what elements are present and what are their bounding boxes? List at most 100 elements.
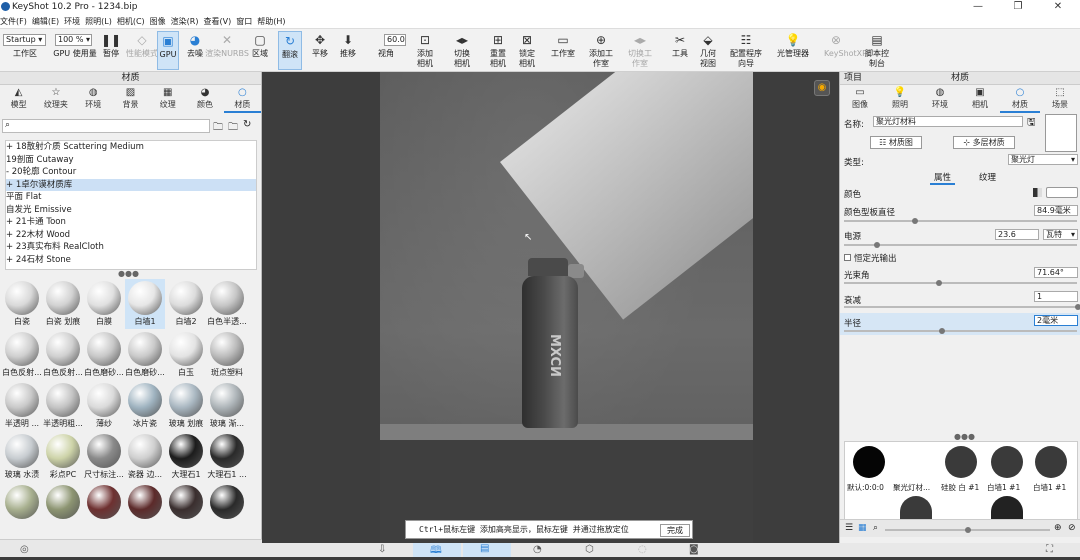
project-toggle[interactable]: ▤: [463, 543, 511, 557]
material-thumbnail[interactable]: 瓷器 边...: [125, 432, 165, 482]
menu-image[interactable]: 图像: [150, 16, 166, 27]
power-input[interactable]: 23.6: [995, 229, 1039, 240]
tree-item-selected[interactable]: + 1卓尔谟材质库: [6, 178, 256, 191]
reset-camera-button[interactable]: ⊞ 重置相机: [485, 31, 511, 70]
material-thumbnail[interactable]: 白色半透...: [207, 279, 247, 329]
geometry-view-button[interactable]: ⬙ 几何视图: [697, 31, 719, 70]
animation-icon[interactable]: ◔: [533, 544, 542, 555]
switch-studio-button[interactable]: ◂▸ 切换工作室: [626, 31, 654, 70]
material-thumbnail[interactable]: [207, 483, 247, 533]
tree-item[interactable]: 19剖面 Cutaway: [6, 154, 256, 167]
lock-camera-button[interactable]: ⊠ 锁定相机: [514, 31, 540, 70]
add-studio-button[interactable]: ⊕ 添加工作室: [587, 31, 615, 70]
tree-item[interactable]: - 20轮廓 Contour: [6, 166, 256, 179]
studio-button[interactable]: ▭ 工作室: [549, 31, 577, 70]
swatch-size-slider[interactable]: [885, 527, 1050, 533]
menu-environment[interactable]: 环境: [64, 16, 80, 27]
tree-item[interactable]: + 18散射介质 Scattering Medium: [6, 141, 256, 154]
tab-texture-folder[interactable]: ☆ 纹理夹: [37, 86, 74, 113]
material-thumbnail[interactable]: [2, 483, 42, 533]
script-console-button[interactable]: ▤ 脚本控制台: [862, 31, 892, 70]
swatch-ball[interactable]: [1035, 446, 1067, 478]
tab-image[interactable]: ▭ 图像: [840, 86, 880, 113]
material-thumbnail[interactable]: 玻璃 划痕: [166, 381, 206, 431]
power-unit-select[interactable]: 瓦特 ▾: [1043, 229, 1078, 240]
switch-camera-button[interactable]: ◂▸ 切换相机: [449, 31, 475, 70]
tab-color[interactable]: ◕ 颜色: [186, 86, 223, 113]
tree-item[interactable]: + 23真实布料 RealCloth: [6, 241, 256, 254]
add-camera-button[interactable]: ⊡ 添加相机: [412, 31, 438, 70]
tab-materials[interactable]: ○ 材质: [223, 86, 261, 113]
keyshotxr-button[interactable]: ⊗ KeyShotXR: [823, 31, 868, 70]
swatch-ball[interactable]: [945, 446, 977, 478]
light-manager-button[interactable]: 💡 光管理器: [774, 31, 812, 70]
constant-output-checkbox[interactable]: [844, 254, 851, 261]
swatch-ball[interactable]: [853, 446, 885, 478]
denoise-button[interactable]: ◕ 去噪: [184, 31, 206, 70]
menu-edit[interactable]: 编辑(E): [32, 16, 59, 27]
tree-item[interactable]: + 24石材 Stone: [6, 254, 256, 267]
camera-overlay-icon[interactable]: ◉: [814, 80, 830, 96]
material-thumbnail[interactable]: 白瓷 划痕: [43, 279, 83, 329]
slider-knob[interactable]: [936, 280, 942, 286]
keyshotxr-icon[interactable]: ⬡: [585, 544, 594, 555]
workspace-select[interactable]: Startup ▾: [3, 34, 46, 46]
list-view-icon[interactable]: ☰: [845, 523, 853, 533]
material-thumbnail[interactable]: 白膜: [84, 279, 124, 329]
pan-button[interactable]: ✥ 平移: [309, 31, 331, 70]
import-icon[interactable]: ⇩: [378, 544, 386, 555]
tree-item[interactable]: + 21卡通 Toon: [6, 216, 256, 229]
texture-map-icon[interactable]: [1033, 188, 1042, 197]
tab-environment[interactable]: ◍ 环境: [75, 86, 112, 113]
tab-camera[interactable]: ▣ 相机: [960, 86, 1000, 113]
library-toggle[interactable]: 🕮: [413, 543, 461, 557]
gpu-usage-button[interactable]: GPU 使用量: [50, 49, 100, 69]
render-icon[interactable]: ◙: [689, 544, 699, 555]
tab-lighting[interactable]: 💡 照明: [880, 86, 920, 113]
performance-mode-button[interactable]: ◇ 性能模式: [126, 31, 158, 70]
tab-background[interactable]: ▨ 背景: [112, 86, 149, 113]
tab-material[interactable]: ○ 材质: [1000, 86, 1040, 113]
dolly-button[interactable]: ⬇ 推移: [337, 31, 359, 70]
material-thumbnail[interactable]: 白色磨砂...: [125, 330, 165, 380]
menu-window[interactable]: 窗口: [236, 16, 252, 27]
region-button[interactable]: ▢ 区域: [249, 31, 271, 70]
color-swatch[interactable]: [1046, 187, 1078, 198]
tree-item[interactable]: + 22木材 Wood: [6, 229, 256, 242]
settings-icon[interactable]: ◎: [20, 544, 29, 555]
swatch-ball[interactable]: [991, 446, 1023, 478]
beam-angle-slider[interactable]: [844, 280, 1077, 286]
menu-help[interactable]: 帮助(H): [257, 16, 285, 27]
material-thumbnail[interactable]: [84, 483, 124, 533]
tab-texture[interactable]: ▦ 纹理: [149, 86, 186, 113]
pause-button[interactable]: ❚❚ 暂停: [101, 31, 121, 70]
save-icon[interactable]: 🖫: [1027, 115, 1036, 132]
diameter-input[interactable]: 84.9毫米: [1034, 205, 1078, 216]
material-thumbnail[interactable]: 玻璃 渐...: [207, 381, 247, 431]
tumble-button[interactable]: ↻ 翻滚: [278, 31, 302, 70]
render-image[interactable]: MXCИ: [380, 72, 753, 543]
swatch-ball[interactable]: [900, 446, 932, 478]
tree-item[interactable]: 自发光 Emissive: [6, 204, 256, 217]
tools-button[interactable]: ✂ 工具: [669, 31, 691, 70]
material-thumbnail[interactable]: [43, 483, 83, 533]
delete-icon[interactable]: ⊘: [1068, 523, 1076, 533]
material-thumbnail[interactable]: 半透明粗...: [43, 381, 83, 431]
material-thumbnail[interactable]: 白色反射...: [43, 330, 83, 380]
gpu-button[interactable]: ▣ GPU: [157, 31, 179, 70]
material-thumbnail[interactable]: [125, 483, 165, 533]
minimize-button[interactable]: —: [960, 0, 996, 14]
splitter-handle[interactable]: ●●●: [954, 432, 975, 441]
tab-properties[interactable]: 属性: [930, 171, 956, 185]
material-thumbnail[interactable]: [166, 483, 206, 533]
menu-file[interactable]: 文件(F): [0, 16, 27, 27]
radius-input[interactable]: 2毫米: [1034, 315, 1078, 326]
menu-camera[interactable]: 相机(C): [117, 16, 145, 27]
radius-slider[interactable]: [844, 328, 1077, 334]
diameter-slider[interactable]: [844, 218, 1077, 224]
maximize-button[interactable]: ❐: [1000, 0, 1036, 14]
material-thumbnail[interactable]: 白墙2: [166, 279, 206, 329]
menu-lighting[interactable]: 照明(L): [85, 16, 112, 27]
tab-textures[interactable]: 纹理: [975, 171, 1000, 183]
configurator-icon[interactable]: ◌: [638, 544, 647, 555]
